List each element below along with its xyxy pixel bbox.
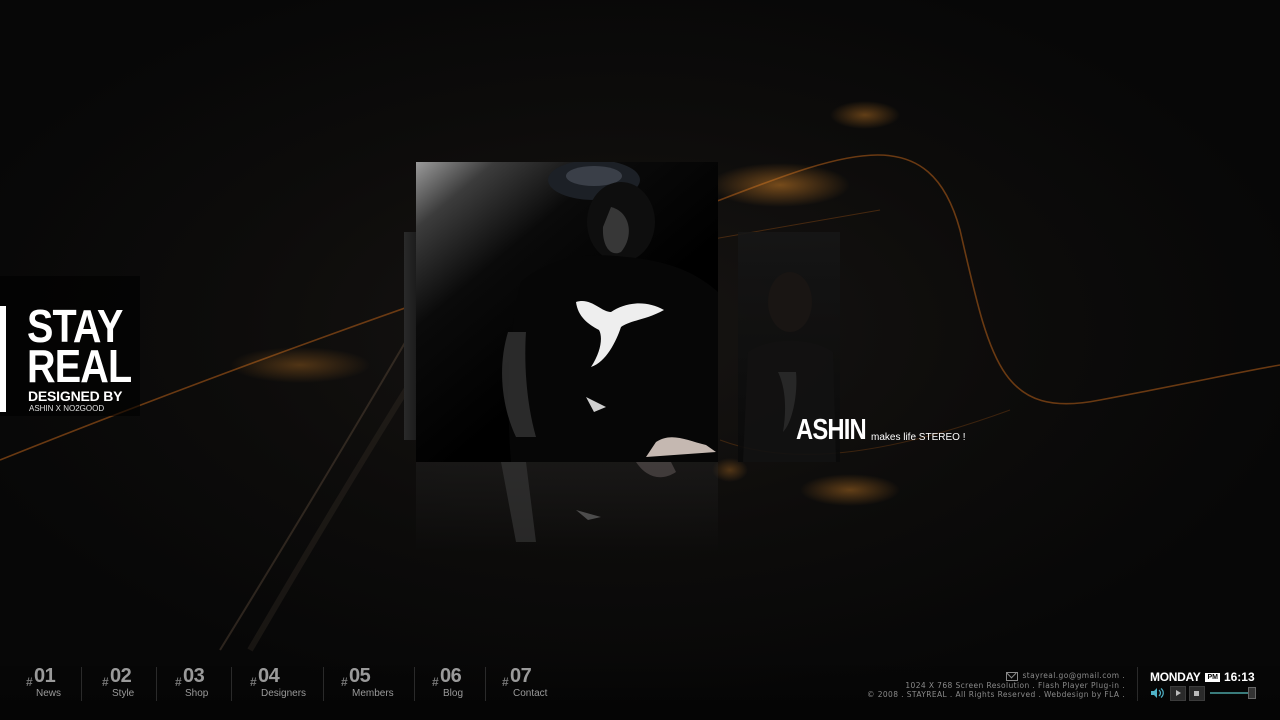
logo-designed-by: DESIGNED BY [28,388,123,404]
nav-divider [414,667,415,701]
nav-hash: # [102,675,109,689]
clock-time: 16:13 [1223,670,1255,684]
nav-label: Style [112,688,135,699]
photo-reflection [416,462,718,552]
nav-hash: # [502,675,509,689]
nav-label: Members [352,688,394,699]
nav-label: Shop [185,688,209,699]
nav-hash: # [341,675,348,689]
nav-divider [156,667,157,701]
footer-email[interactable]: stayreal.go@gmail.com . [1022,671,1125,680]
volume-knob[interactable] [1248,687,1256,699]
feature-caption: ASHIN makes life STEREO ! [796,414,965,447]
footer-copyright: © 2008 . STAYREAL . All Rights Reserved … [867,690,1125,699]
nav-number: 02 [110,665,132,687]
feature-tagline: makes life STEREO ! [871,432,966,443]
nav-label: Blog [443,688,464,699]
logo-line-real: REAL [27,340,132,392]
footer-resolution: 1024 X 768 Screen Resolution . Flash Pla… [905,680,1125,690]
main-nav: # 01 News # 02 Style # 03 Shop # 04 Desi… [0,665,600,705]
nav-number: 05 [349,665,371,687]
reflection-shape [501,462,676,542]
footer-info: stayreal.go@gmail.com . 1024 X 768 Scree… [867,671,1125,700]
speaker-icon[interactable] [1150,687,1164,699]
footer-divider [1137,667,1138,701]
nav-number: 07 [510,665,532,687]
nav-number: 03 [183,665,205,687]
nav-label: Contact [513,688,548,699]
logo-credit: ASHIN X NO2GOOD [29,404,105,413]
nav-number: 06 [440,665,462,687]
nav-divider [231,667,232,701]
nav-number: 01 [34,665,56,687]
nav-label: News [36,688,62,699]
nav-hash: # [26,675,33,689]
featured-photo[interactable] [416,162,718,462]
nav-divider [81,667,82,701]
nav-number: 04 [258,665,280,687]
nav-divider [323,667,324,701]
clock-ampm-badge: PM [1205,673,1220,682]
clock: MONDAY PM 16:13 [1150,668,1255,686]
nav-divider [485,667,486,701]
stop-button[interactable] [1189,686,1205,701]
mail-icon [1006,671,1019,681]
clock-day: MONDAY [1150,670,1201,684]
nav-hash: # [250,675,257,689]
feature-name: ASHIN [796,414,867,446]
nav-label: Designers [261,688,307,699]
footer-email-line[interactable]: stayreal.go@gmail.com . [867,671,1125,681]
nav-hash: # [432,675,439,689]
nav-hash: # [175,675,182,689]
music-player [1150,686,1260,701]
site-logo[interactable]: STAY REAL DESIGNED BY ASHIN X NO2GOOD [0,276,140,416]
play-button[interactable] [1170,686,1186,701]
volume-slider[interactable] [1210,687,1256,699]
logo-accent-bar [0,306,6,412]
person-silhouette [502,162,718,462]
